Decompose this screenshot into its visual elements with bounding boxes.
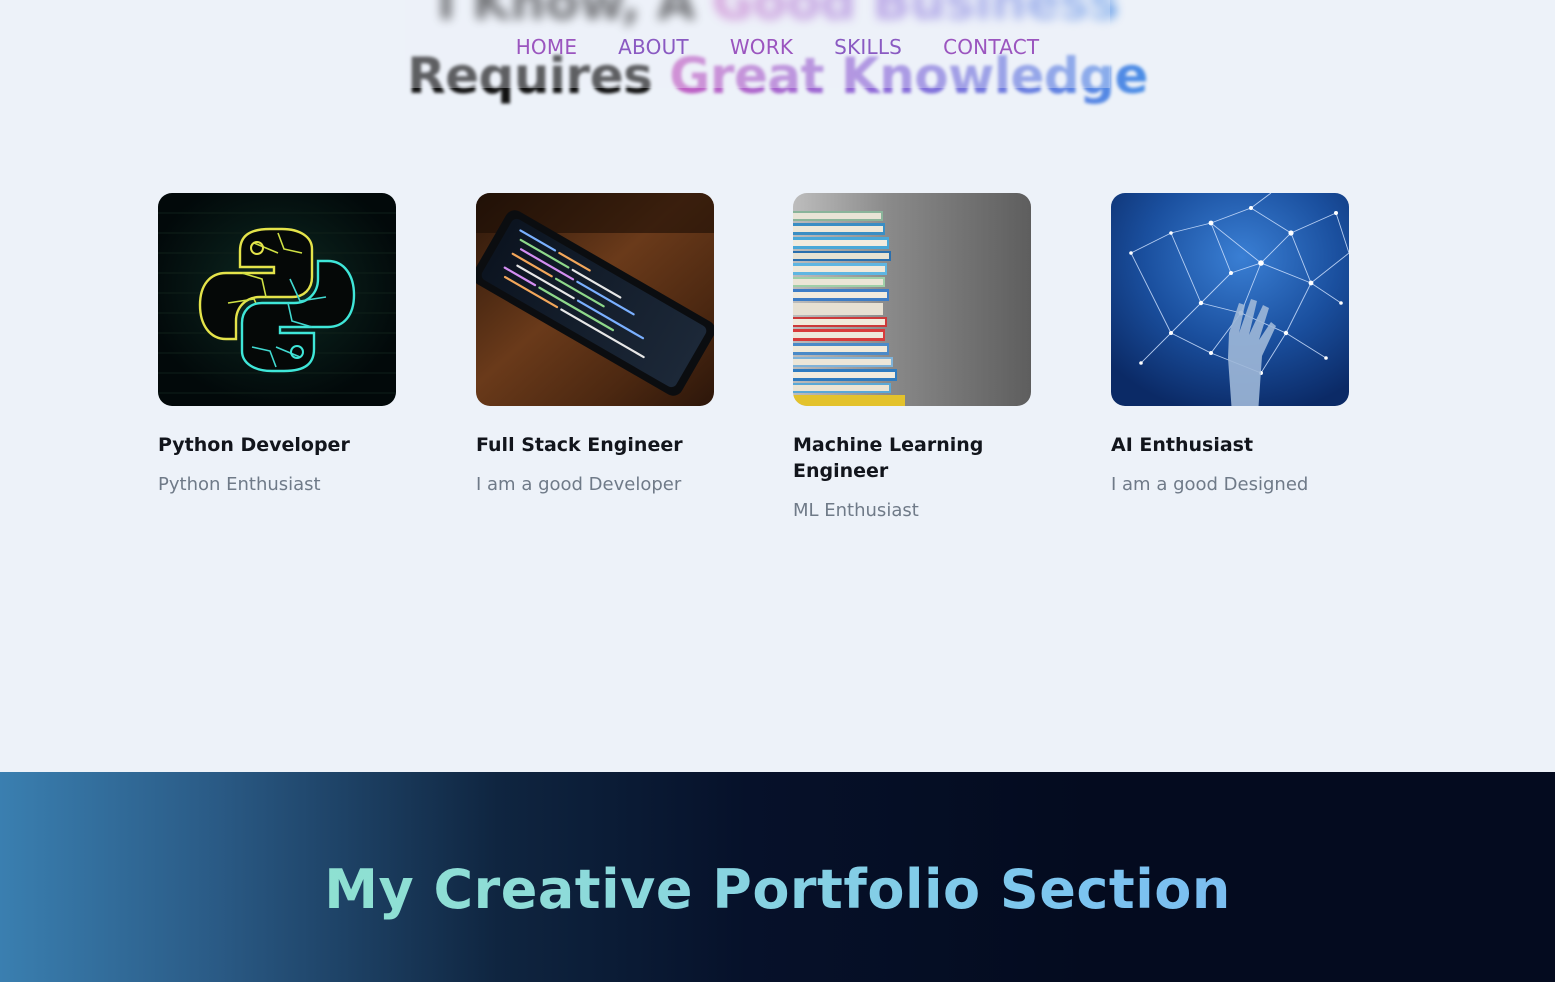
portfolio-heading: My Creative Portfolio Section	[0, 860, 1555, 920]
nav-link-skills[interactable]: SKILLS	[834, 35, 902, 59]
card-subtitle: Python Enthusiast	[158, 474, 321, 495]
portfolio-section: My Creative Portfolio Section	[0, 772, 1555, 982]
skill-card-python[interactable]: Python Developer Python Enthusiast	[158, 193, 396, 498]
skill-card-ai[interactable]: AI Enthusiast I am a good Designed	[1111, 193, 1349, 498]
card-subtitle: I am a good Developer	[476, 474, 682, 495]
python-logo-icon	[158, 193, 396, 406]
book-stack-image	[793, 193, 1031, 406]
card-title: Machine Learning Engineer	[793, 434, 984, 482]
card-subtitle: ML Enthusiast	[793, 500, 919, 521]
card-subtitle: I am a good Designed	[1111, 474, 1309, 495]
nav-link-home[interactable]: HOME	[516, 35, 577, 59]
skills-cards: Python Developer Python Enthusiast Full …	[158, 193, 1349, 533]
skill-card-ml[interactable]: Machine Learning Engineer ML Enthusiast	[793, 193, 1031, 524]
smartphone-icon	[476, 193, 714, 406]
card-title: Full Stack Engineer	[476, 434, 683, 456]
nav-link-about[interactable]: ABOUT	[618, 35, 689, 59]
top-navigation: HOME ABOUT WORK SKILLS CONTACT	[0, 35, 1555, 59]
neural-network-icon	[1111, 193, 1349, 406]
skill-card-fullstack[interactable]: Full Stack Engineer I am a good Develope…	[476, 193, 714, 498]
card-title: Python Developer	[158, 434, 350, 456]
card-title: AI Enthusiast	[1111, 434, 1254, 456]
nav-link-work[interactable]: WORK	[730, 35, 793, 59]
book-stack-icon	[793, 193, 1031, 406]
nav-link-contact[interactable]: CONTACT	[943, 35, 1039, 59]
python-logo-image	[158, 193, 396, 406]
smartphone-code-image	[476, 193, 714, 406]
robot-network-image	[1111, 193, 1349, 406]
